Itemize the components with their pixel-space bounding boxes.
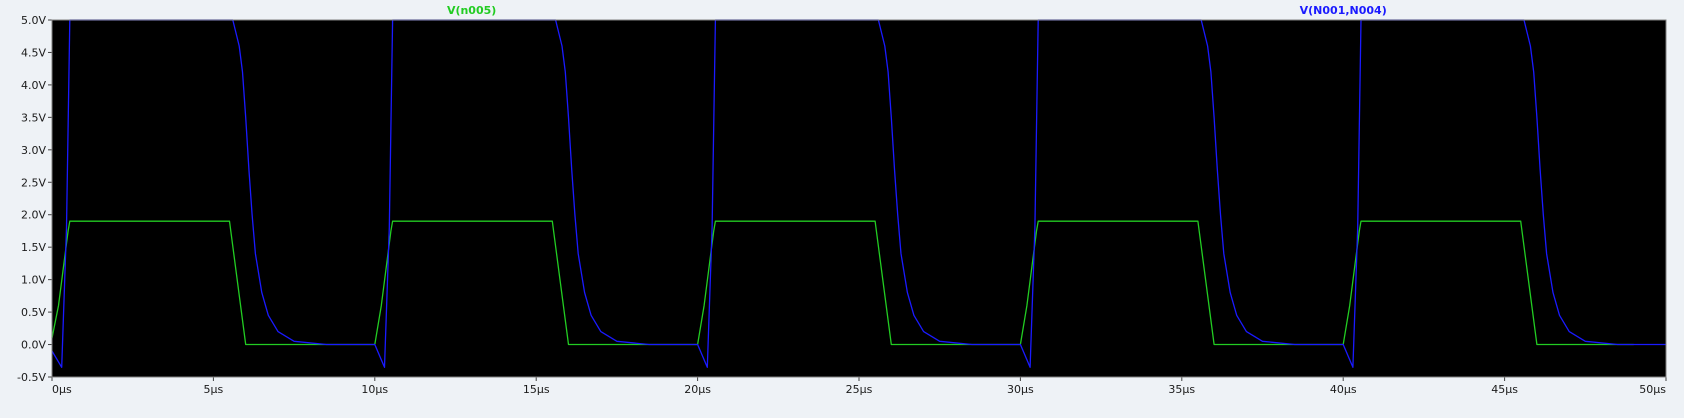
x-tick-label: 40µs	[1330, 383, 1357, 396]
y-tick-label: -0.5V	[17, 371, 46, 384]
legend-entry-v-n005[interactable]: V(n005)	[447, 4, 496, 17]
y-tick-label: 0.5V	[21, 306, 46, 319]
y-tick-label: 3.5V	[21, 111, 46, 124]
y-tick-label: 2.0V	[21, 209, 46, 222]
y-tick-label: 0.0V	[21, 339, 46, 352]
x-tick-label: 5µs	[204, 383, 224, 396]
y-tick-label: 5.0V	[21, 14, 46, 27]
y-tick-label: 1.0V	[21, 274, 46, 287]
x-tick-label: 25µs	[846, 383, 873, 396]
y-tick-label: 4.5V	[21, 46, 46, 59]
x-tick-label: 20µs	[684, 383, 711, 396]
y-tick-label: 2.5V	[21, 176, 46, 189]
y-tick-label: 1.5V	[21, 241, 46, 254]
x-tick-label: 15µs	[523, 383, 550, 396]
x-tick-label: 0µs	[52, 383, 72, 396]
y-tick-label: 3.0V	[21, 144, 46, 157]
x-tick-label: 35µs	[1168, 383, 1195, 396]
waveform-window: -0.5V 0.0V 0.5V 1.0V 1.5V 2.0V 2.5V 3.0V 3.5V 4.0…	[0, 0, 1684, 418]
x-tick-label: 50µs	[1639, 383, 1666, 396]
x-tick-label: 45µs	[1491, 383, 1518, 396]
y-tick-label: 4.0V	[21, 79, 46, 92]
x-tick-label: 30µs	[1007, 383, 1034, 396]
plot-area	[52, 20, 1666, 377]
waveform-plot[interactable]: -0.5V 0.0V 0.5V 1.0V 1.5V 2.0V 2.5V 3.0V 3.5V 4.0…	[0, 0, 1684, 418]
x-tick-label: 10µs	[361, 383, 388, 396]
legend-entry-v-n001-n004[interactable]: V(N001,N004)	[1300, 4, 1387, 17]
